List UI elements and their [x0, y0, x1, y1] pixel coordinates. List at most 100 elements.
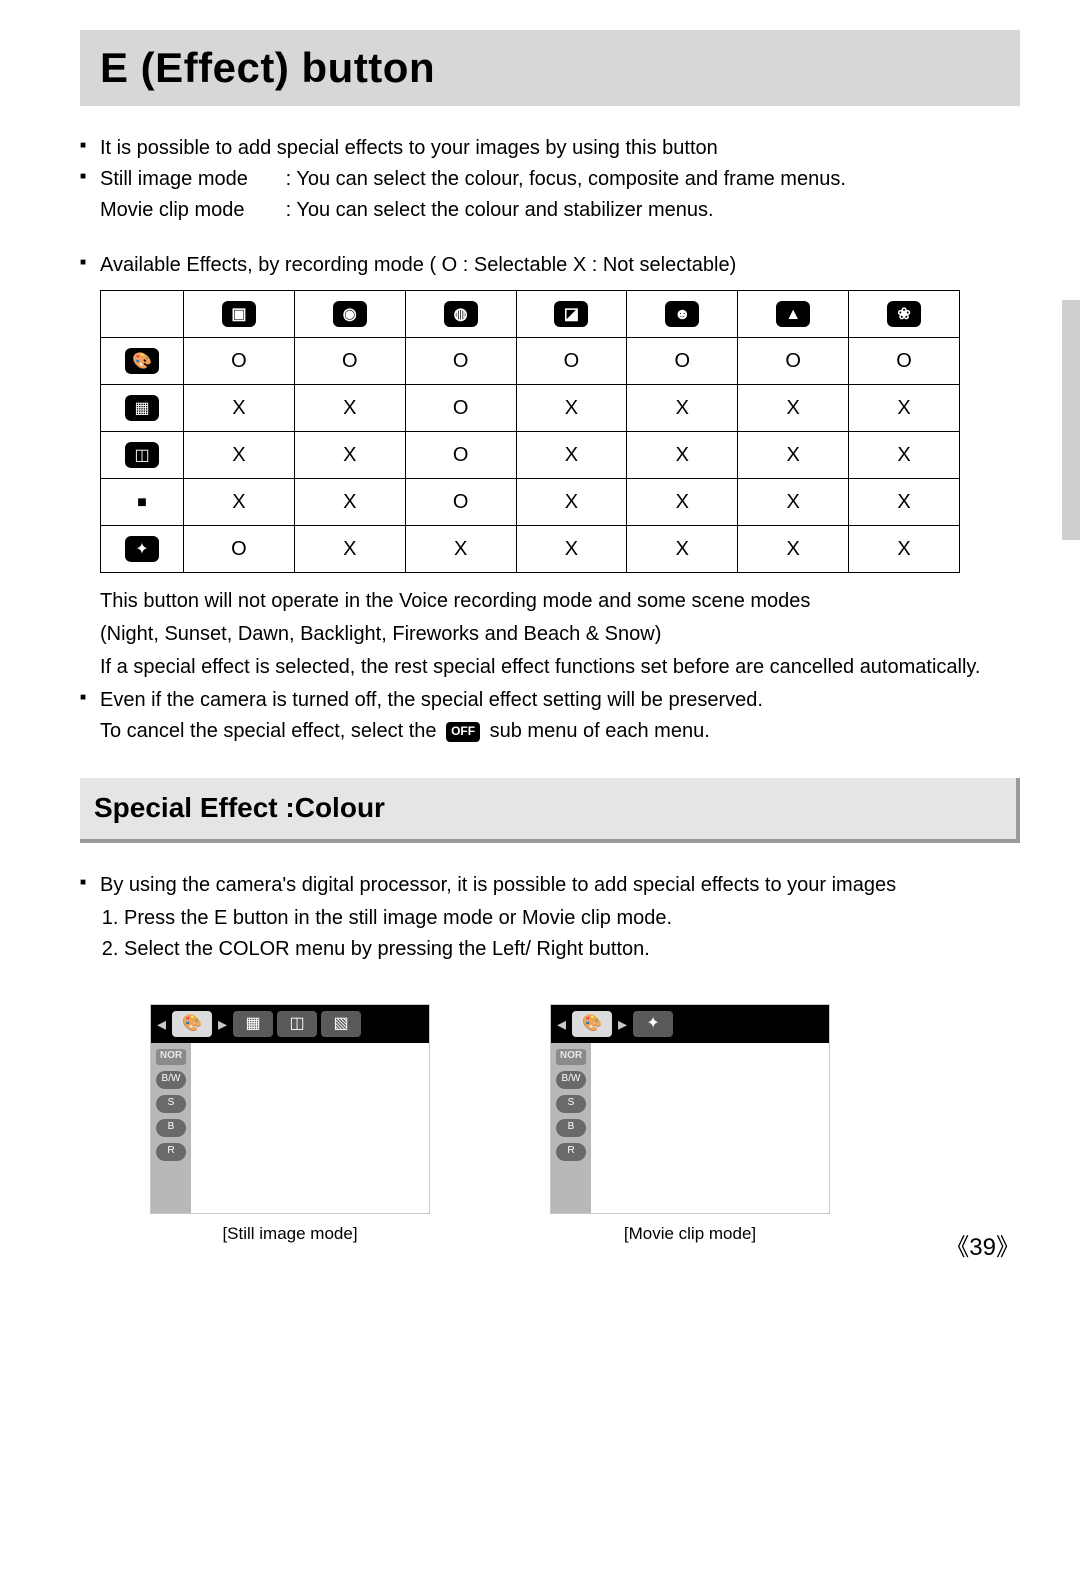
chevron-left-icon: ◂: [155, 1011, 168, 1037]
table-cell: O: [849, 338, 960, 385]
table-cell: X: [849, 526, 960, 573]
row-icon-cell: ■: [101, 479, 184, 526]
available-effects-heading: Available Effects, by recording mode ( O…: [80, 251, 1020, 280]
off-icon: OFF: [446, 722, 480, 742]
lcd-topbar: ◂ 🎨 ▸ ✦: [551, 1005, 829, 1043]
table-cell: X: [849, 432, 960, 479]
table-cell: X: [184, 385, 295, 432]
side-b: B: [156, 1119, 186, 1137]
chevron-right-icon: ▸: [216, 1011, 229, 1037]
table-cell: X: [516, 385, 627, 432]
table-cell: X: [738, 432, 849, 479]
col-camera: ◉: [294, 291, 405, 338]
table-cell: O: [405, 338, 516, 385]
page-number: 《39》: [945, 1227, 1020, 1262]
table-cell: X: [516, 432, 627, 479]
side-s: S: [156, 1095, 186, 1113]
section-lead: By using the camera's digital processor,…: [80, 871, 1020, 900]
side-nor: NOR: [556, 1049, 586, 1065]
table-cell: X: [516, 479, 627, 526]
step-1: Press the E button in the still image mo…: [124, 904, 1020, 933]
composite-icon: ◫: [125, 442, 159, 468]
tab-colour-icon: 🎨: [572, 1011, 612, 1037]
page-title-bar: E (Effect) button: [80, 30, 1020, 106]
stabilizer-icon: ✦: [125, 536, 159, 562]
side-bw: B/W: [156, 1071, 186, 1089]
table-row: ◫XXOXXXX: [101, 432, 960, 479]
intro-mode-still: Still image mode : You can select the co…: [80, 165, 1020, 194]
chevron-left-icon: ◂: [555, 1011, 568, 1037]
effects-tbody: 🎨OOOOOOO▦XXOXXXX◫XXOXXXX■XXOXXXX✦OXXXXXX: [101, 338, 960, 573]
col-landscape: ▲: [738, 291, 849, 338]
intro-line-1: It is possible to add special effects to…: [80, 134, 1020, 163]
screenshots-row: ◂ 🎨 ▸ ▦ ◫ ▧ NOR B/W S B R [St: [150, 1004, 1020, 1247]
note-5: To cancel the special effect, select the…: [80, 717, 1020, 746]
screenshot-movie: ◂ 🎨 ▸ ✦ NOR B/W S B R [Movie clip mode]: [550, 1004, 830, 1247]
table-cell: O: [516, 338, 627, 385]
mode-val: : You can select the colour and stabiliz…: [286, 199, 714, 221]
side-nor: NOR: [156, 1049, 186, 1065]
table-cell: X: [627, 432, 738, 479]
table-cell: X: [294, 385, 405, 432]
table-cell: X: [627, 526, 738, 573]
caption-movie: [Movie clip mode]: [550, 1222, 830, 1247]
row-icon-cell: ✦: [101, 526, 184, 573]
note-4: Even if the camera is turned off, the sp…: [80, 686, 1020, 715]
table-row: 🎨OOOOOOO: [101, 338, 960, 385]
col-camera-p: ◍: [405, 291, 516, 338]
table-cell: X: [184, 432, 295, 479]
note-5a: To cancel the special effect, select the: [100, 720, 437, 742]
section-heading: Special Effect :Colour: [94, 788, 1002, 829]
camera-icon: ◉: [333, 301, 367, 327]
table-cell: O: [184, 526, 295, 573]
table-cell: X: [294, 479, 405, 526]
intro-mode-movie: Movie clip mode : You can select the col…: [80, 196, 1020, 225]
lcd-still: ◂ 🎨 ▸ ▦ ◫ ▧ NOR B/W S B R: [150, 1004, 430, 1214]
row-icon-cell: ◫: [101, 432, 184, 479]
row-icon-cell: ▦: [101, 385, 184, 432]
landscape-icon: ▲: [776, 301, 810, 327]
movie-icon: ▣: [222, 301, 256, 327]
tab-focus-icon: ▦: [233, 1011, 273, 1037]
portrait-icon: ☻: [665, 301, 699, 327]
section-heading-bar: Special Effect :Colour: [80, 778, 1020, 843]
camera-p-icon: ◍: [444, 301, 478, 327]
tab-stabilizer-icon: ✦: [633, 1011, 673, 1037]
row-icon-cell: 🎨: [101, 338, 184, 385]
table-cell: X: [738, 479, 849, 526]
effects-matrix-table: ▣ ◉ ◍ ◪ ☻ ▲ ❀ 🎨OOOOOOO▦XXOXXXX◫XXOXXXX■X…: [100, 290, 960, 573]
tab-composite-icon: ◫: [277, 1011, 317, 1037]
table-row: ▦XXOXXXX: [101, 385, 960, 432]
table-cell: X: [738, 385, 849, 432]
content: It is possible to add special effects to…: [80, 134, 1020, 1246]
mode-key: Still image mode: [100, 165, 280, 194]
col-portrait: ☻: [627, 291, 738, 338]
caption-still: [Still image mode]: [150, 1222, 430, 1247]
page-title: E (Effect) button: [100, 44, 1000, 92]
frame-icon: ■: [125, 489, 159, 515]
tab-colour-icon: 🎨: [172, 1011, 212, 1037]
table-cell: O: [405, 479, 516, 526]
macro-icon: ❀: [887, 301, 921, 327]
col-movie: ▣: [184, 291, 295, 338]
thumb-index-tab: [1062, 300, 1080, 540]
lcd-sidebar: NOR B/W S B R: [551, 1043, 591, 1213]
table-header-row: ▣ ◉ ◍ ◪ ☻ ▲ ❀: [101, 291, 960, 338]
table-cell: X: [627, 479, 738, 526]
scene-icon: ◪: [554, 301, 588, 327]
note-5b: sub menu of each menu.: [490, 720, 710, 742]
side-r: R: [556, 1143, 586, 1161]
screenshot-still: ◂ 🎨 ▸ ▦ ◫ ▧ NOR B/W S B R [St: [150, 1004, 430, 1247]
note-2: (Night, Sunset, Dawn, Backlight, Firewor…: [80, 620, 1020, 649]
note-1: This button will not operate in the Voic…: [80, 587, 1020, 616]
lcd-topbar: ◂ 🎨 ▸ ▦ ◫ ▧: [151, 1005, 429, 1043]
focus-icon: ▦: [125, 395, 159, 421]
table-cell: O: [738, 338, 849, 385]
col-scene: ◪: [516, 291, 627, 338]
table-cell: O: [405, 385, 516, 432]
side-bw: B/W: [556, 1071, 586, 1089]
manual-page: E (Effect) button It is possible to add …: [0, 0, 1080, 1286]
palette-icon: 🎨: [125, 348, 159, 374]
note-3: If a special effect is selected, the res…: [80, 653, 1020, 682]
col-macro: ❀: [849, 291, 960, 338]
